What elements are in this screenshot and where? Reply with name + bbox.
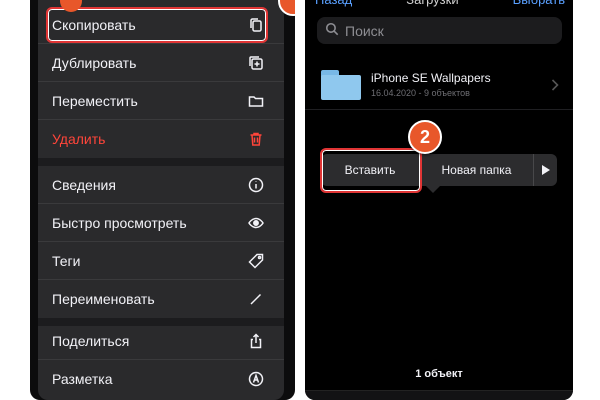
- search-icon: [325, 22, 339, 39]
- play-arrow-icon: [541, 165, 550, 175]
- nav-bar: Назад Загрузки Выбрать: [315, 0, 565, 8]
- menu-item-delete[interactable]: Удалить: [38, 120, 284, 158]
- paste-menu-pointer: [426, 186, 440, 193]
- menu-item-info[interactable]: Сведения: [38, 166, 284, 204]
- folder-name: iPhone SE Wallpapers: [371, 71, 491, 85]
- pencil-icon: [248, 291, 264, 307]
- menu-item-label: Переименовать: [52, 291, 155, 307]
- menu-item-label: Теги: [52, 252, 81, 269]
- info-icon: [248, 177, 264, 193]
- chevron-right-icon: [551, 78, 559, 96]
- folder-subtitle: 16.04.2020 - 9 объектов: [371, 88, 470, 98]
- menu-item-tags[interactable]: Теги: [38, 242, 284, 280]
- folder-thumbnail-icon: [321, 69, 361, 100]
- select-button[interactable]: Выбрать: [513, 0, 565, 8]
- share-icon: [248, 332, 264, 349]
- eye-icon: [248, 215, 264, 231]
- folder-row[interactable]: iPhone SE Wallpapers 16.04.2020 - 9 объе…: [305, 60, 573, 110]
- menu-group-divider: [38, 158, 284, 166]
- trash-icon: [248, 131, 264, 147]
- copy-highlight-frame: [46, 7, 268, 43]
- menu-item-label: Удалить: [52, 131, 106, 147]
- folder-icon: [248, 93, 264, 109]
- menu-item-share[interactable]: Поделиться: [38, 322, 284, 360]
- menu-item-label: Дублировать: [52, 54, 137, 71]
- menu-item-label: Разметка: [52, 371, 113, 387]
- item-count: 1 объект: [415, 368, 463, 380]
- menu-item-label: Быстро просмотреть: [52, 214, 187, 231]
- menu-item-label: Сведения: [52, 176, 116, 193]
- right-screen: Назад Загрузки Выбрать Поиск iPhone SE W…: [305, 0, 573, 400]
- menu-item-label: Поделиться: [52, 332, 130, 349]
- more-options-button[interactable]: [533, 154, 557, 186]
- step-badge-2: 2: [408, 120, 442, 154]
- menu-item-rename[interactable]: Переименовать: [38, 280, 284, 318]
- tag-icon: [248, 253, 264, 269]
- menu-item-markup[interactable]: Разметка: [38, 360, 284, 398]
- duplicate-icon: [248, 55, 264, 71]
- search-placeholder: Поиск: [345, 22, 384, 39]
- menu-item-label: Переместить: [52, 92, 138, 109]
- left-screen: Скопировать Дублировать Переместить Удал…: [30, 0, 295, 400]
- tab-bar-edge: [305, 390, 573, 400]
- menu-item-duplicate[interactable]: Дублировать: [38, 44, 284, 82]
- menu-item-quick-look[interactable]: Быстро просмотреть: [38, 204, 284, 242]
- context-menu: Скопировать Дублировать Переместить Удал…: [38, 0, 284, 400]
- markup-icon: [248, 371, 264, 387]
- paste-highlight-frame: [320, 148, 422, 193]
- menu-item-move[interactable]: Переместить: [38, 82, 284, 120]
- back-button[interactable]: Назад: [315, 0, 352, 8]
- nav-title: Загрузки: [406, 0, 458, 8]
- new-folder-button[interactable]: Новая папка: [419, 154, 533, 186]
- search-input[interactable]: Поиск: [317, 17, 562, 44]
